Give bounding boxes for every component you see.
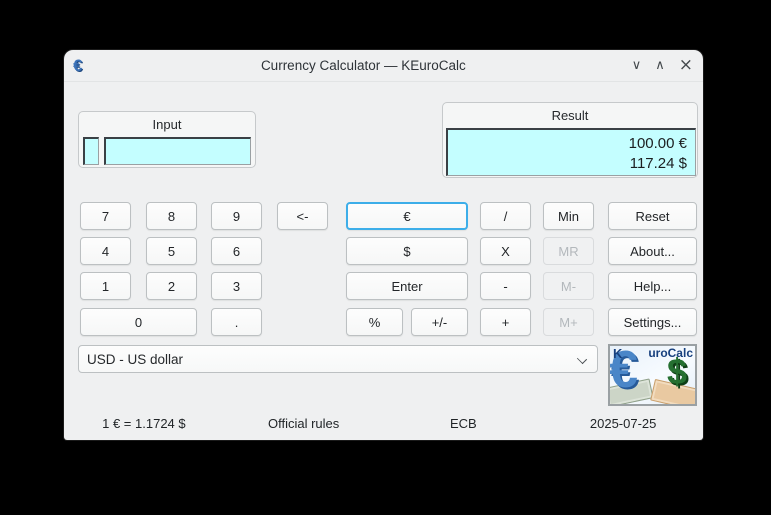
key-euro[interactable]: € xyxy=(346,202,468,230)
key-minus[interactable]: - xyxy=(480,272,531,300)
keurocalc-logo: K uroCalc € $ xyxy=(608,344,697,406)
key-backspace[interactable]: <- xyxy=(277,202,328,230)
key-multiply[interactable]: X xyxy=(480,237,531,265)
key-plusminus[interactable]: +/- xyxy=(411,308,468,336)
status-bar: 1 € = 1.1724 $ Official rules ECB 2025-0… xyxy=(64,412,703,434)
status-date: 2025-07-25 xyxy=(543,416,703,431)
key-4[interactable]: 4 xyxy=(80,237,131,265)
key-5[interactable]: 5 xyxy=(146,237,197,265)
key-6[interactable]: 6 xyxy=(211,237,262,265)
key-2[interactable]: 2 xyxy=(146,272,197,300)
currency-dropdown[interactable]: USD - US dollar xyxy=(78,345,598,373)
help-button[interactable]: Help... xyxy=(608,272,697,300)
key-memory-plus: M+ xyxy=(543,308,594,336)
key-memory-recall: MR xyxy=(543,237,594,265)
euro-app-icon: € xyxy=(73,56,95,76)
window-controls: ∨ ∧ × xyxy=(632,57,693,74)
key-plus[interactable]: + xyxy=(480,308,531,336)
key-dollar[interactable]: $ xyxy=(346,237,468,265)
key-1[interactable]: 1 xyxy=(80,272,131,300)
status-exchange-rate: 1 € = 1.1724 $ xyxy=(64,416,224,431)
chevron-down-icon xyxy=(577,354,587,364)
input-field[interactable] xyxy=(104,137,251,165)
status-rules: Official rules xyxy=(224,416,384,431)
key-3[interactable]: 3 xyxy=(211,272,262,300)
currency-dropdown-value: USD - US dollar xyxy=(87,352,183,367)
result-euro-value: 100.00 € xyxy=(448,134,687,154)
window-title: Currency Calculator — KEuroCalc xyxy=(95,58,632,73)
close-icon[interactable]: × xyxy=(679,57,693,74)
key-min[interactable]: Min xyxy=(543,202,594,230)
logo-urocalc-text: uroCalc xyxy=(648,346,693,360)
result-display: 100.00 € 117.24 $ xyxy=(446,128,696,176)
key-0[interactable]: 0 xyxy=(80,308,197,336)
logo-k-text: K xyxy=(613,346,622,361)
reset-button[interactable]: Reset xyxy=(608,202,697,230)
key-percent[interactable]: % xyxy=(346,308,403,336)
key-7[interactable]: 7 xyxy=(80,202,131,230)
settings-button[interactable]: Settings... xyxy=(608,308,697,336)
input-group: Input xyxy=(78,111,256,168)
input-group-label: Input xyxy=(79,112,255,132)
key-dot[interactable]: . xyxy=(211,308,262,336)
result-group: Result 100.00 € 117.24 $ xyxy=(442,102,698,178)
input-prefix-field[interactable] xyxy=(83,137,99,165)
about-button[interactable]: About... xyxy=(608,237,697,265)
keurocalc-window: € Currency Calculator — KEuroCalc ∨ ∧ × … xyxy=(64,50,703,440)
key-enter[interactable]: Enter xyxy=(346,272,468,300)
minimize-icon[interactable]: ∨ xyxy=(632,59,642,72)
maximize-icon[interactable]: ∧ xyxy=(655,59,665,72)
status-source: ECB xyxy=(384,416,544,431)
titlebar: € Currency Calculator — KEuroCalc ∨ ∧ × xyxy=(64,50,703,82)
key-8[interactable]: 8 xyxy=(146,202,197,230)
result-group-label: Result xyxy=(443,103,697,123)
key-memory-minus: M- xyxy=(543,272,594,300)
result-dollar-value: 117.24 $ xyxy=(448,154,687,174)
key-9[interactable]: 9 xyxy=(211,202,262,230)
key-divide[interactable]: / xyxy=(480,202,531,230)
